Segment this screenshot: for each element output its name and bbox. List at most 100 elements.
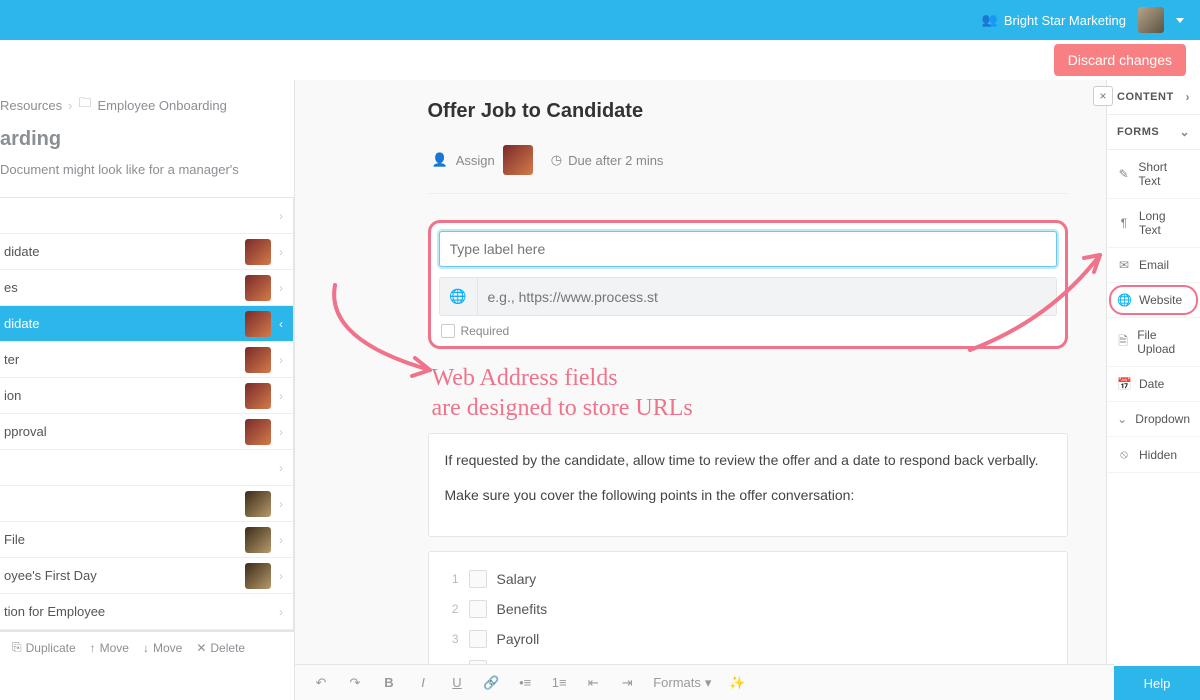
url-input-wrap: 🌐 bbox=[439, 277, 1057, 316]
assign-control[interactable]: 👤 Assign bbox=[432, 145, 533, 175]
assignee-avatar bbox=[245, 383, 271, 409]
task-row[interactable]: File › bbox=[0, 522, 293, 558]
right-panel: × CONTENT › FORMS ⌄ ✎Short Text ¶Long Te… bbox=[1106, 80, 1200, 700]
subtask-row[interactable]: 3Payroll bbox=[445, 624, 1051, 654]
chevron-right-icon: › bbox=[279, 209, 283, 223]
task-row[interactable]: › bbox=[0, 450, 293, 486]
form-type-website[interactable]: 🌐Website bbox=[1107, 283, 1200, 318]
assignee-avatar bbox=[245, 563, 271, 589]
task-row[interactable]: ion › bbox=[0, 378, 293, 414]
checkbox-icon[interactable] bbox=[469, 630, 487, 648]
outdent-button[interactable]: ⇤ bbox=[585, 675, 601, 691]
task-row[interactable]: oyee's First Day › bbox=[0, 558, 293, 594]
chevron-down-icon: ▾ bbox=[705, 675, 712, 691]
sub-header: Discard changes bbox=[0, 40, 1200, 80]
annotation-text: Web Address fields are designed to store… bbox=[428, 359, 1068, 433]
checkbox-icon[interactable] bbox=[441, 324, 455, 338]
rich-text-block[interactable]: If requested by the candidate, allow tim… bbox=[428, 433, 1068, 537]
task-toolbar: ⎘ Duplicate ↑ Move ↓ Move ✕ Delete bbox=[0, 631, 294, 663]
task-meta: 👤 Assign ◷ Due after 2 mins bbox=[428, 137, 1068, 194]
form-type-long-text[interactable]: ¶Long Text bbox=[1107, 199, 1200, 248]
chevron-right-icon: › bbox=[279, 281, 283, 295]
bullet-list-button[interactable]: •≡ bbox=[517, 675, 533, 690]
forms-section-header[interactable]: FORMS ⌄ bbox=[1107, 115, 1200, 150]
underline-button[interactable]: U bbox=[449, 675, 465, 690]
move-up-button[interactable]: ↑ Move bbox=[90, 640, 129, 655]
form-type-email[interactable]: ✉Email bbox=[1107, 248, 1200, 283]
clock-icon: ◷ bbox=[551, 152, 562, 168]
due-control[interactable]: ◷ Due after 2 mins bbox=[551, 152, 664, 168]
formats-dropdown[interactable]: Formats ▾ bbox=[653, 675, 711, 691]
ordered-list-button[interactable]: 1≡ bbox=[551, 675, 567, 690]
chevron-left-icon: ‹ bbox=[279, 317, 283, 331]
folder-icon: 🗀 bbox=[78, 94, 91, 116]
website-field-block: 🌐 Required bbox=[428, 220, 1068, 349]
bold-button[interactable]: B bbox=[381, 675, 397, 690]
breadcrumb-item[interactable]: Employee Onboarding bbox=[98, 98, 227, 113]
page-title: arding bbox=[0, 122, 294, 161]
chevron-down-icon[interactable] bbox=[1176, 18, 1184, 23]
task-row[interactable]: didate › bbox=[0, 234, 293, 270]
edit-icon: ✎ bbox=[1117, 167, 1130, 181]
chevron-right-icon: › bbox=[279, 569, 283, 583]
subtask-row[interactable]: 2Benefits bbox=[445, 594, 1051, 624]
redo-button[interactable]: ↷ bbox=[347, 675, 363, 691]
assignee-avatar bbox=[503, 145, 533, 175]
calendar-icon: 📅 bbox=[1117, 377, 1131, 391]
link-button[interactable]: 🔗 bbox=[483, 675, 499, 691]
form-type-short-text[interactable]: ✎Short Text bbox=[1107, 150, 1200, 199]
left-sidebar: Resources › 🗀 Employee Onboarding arding… bbox=[0, 80, 295, 700]
globe-icon: 🌐 bbox=[440, 278, 478, 315]
breadcrumb[interactable]: Resources › 🗀 Employee Onboarding bbox=[0, 80, 294, 122]
form-type-file-upload[interactable]: 🗎File Upload bbox=[1107, 318, 1200, 367]
avatar[interactable] bbox=[1138, 7, 1164, 33]
discard-button[interactable]: Discard changes bbox=[1054, 44, 1186, 76]
italic-button[interactable]: I bbox=[415, 675, 431, 690]
chevron-right-icon: › bbox=[279, 461, 283, 475]
breadcrumb-item[interactable]: Resources bbox=[0, 98, 62, 113]
content-section-header[interactable]: CONTENT › bbox=[1107, 80, 1200, 115]
indent-button[interactable]: ⇥ bbox=[619, 675, 635, 691]
globe-icon: 🌐 bbox=[1117, 293, 1131, 307]
chevron-right-icon: › bbox=[279, 389, 283, 403]
org-switcher[interactable]: 👥 Bright Star Marketing bbox=[982, 12, 1126, 28]
assignee-avatar bbox=[245, 347, 271, 373]
form-type-hidden[interactable]: ⦸Hidden bbox=[1107, 437, 1200, 473]
chevron-down-icon: ⌄ bbox=[1179, 125, 1190, 139]
user-icon: 👤 bbox=[432, 152, 448, 168]
form-type-date[interactable]: 📅Date bbox=[1107, 367, 1200, 402]
assignee-avatar bbox=[245, 311, 271, 337]
delete-button[interactable]: ✕ Delete bbox=[196, 640, 245, 655]
chevron-right-icon: › bbox=[279, 533, 283, 547]
file-icon: 🗎 bbox=[1117, 332, 1129, 353]
editor-area: Offer Job to Candidate 👤 Assign ◷ Due af… bbox=[295, 80, 1200, 700]
top-bar: 👥 Bright Star Marketing bbox=[0, 0, 1200, 40]
duplicate-button[interactable]: ⎘ Duplicate bbox=[12, 640, 76, 655]
task-row[interactable]: › bbox=[0, 486, 293, 522]
hidden-icon: ⦸ bbox=[1117, 447, 1131, 462]
checkbox-icon[interactable] bbox=[469, 570, 487, 588]
magic-wand-button[interactable]: ✨ bbox=[729, 675, 745, 691]
undo-button[interactable]: ↶ bbox=[313, 675, 329, 691]
task-row[interactable]: tion for Employee › bbox=[0, 594, 293, 630]
field-label-input[interactable] bbox=[439, 231, 1057, 267]
org-name: Bright Star Marketing bbox=[1004, 13, 1126, 28]
required-toggle[interactable]: Required bbox=[439, 324, 1057, 338]
help-button[interactable]: Help bbox=[1114, 666, 1200, 700]
chevron-right-icon: › bbox=[68, 98, 72, 113]
rte-toolbar: ↶ ↷ B I U 🔗 •≡ 1≡ ⇤ ⇥ Formats ▾ ✨ bbox=[295, 664, 1114, 700]
checkbox-icon[interactable] bbox=[469, 600, 487, 618]
chevron-right-icon: › bbox=[279, 245, 283, 259]
move-down-button[interactable]: ↓ Move bbox=[143, 640, 182, 655]
assignee-avatar bbox=[245, 527, 271, 553]
task-row[interactable]: ter › bbox=[0, 342, 293, 378]
close-panel-button[interactable]: × bbox=[1093, 86, 1113, 106]
task-row[interactable]: › bbox=[0, 198, 293, 234]
mail-icon: ✉ bbox=[1117, 258, 1131, 272]
task-row-active[interactable]: didate ‹ bbox=[0, 306, 293, 342]
url-input[interactable] bbox=[478, 280, 1056, 314]
subtask-row[interactable]: 1Salary bbox=[445, 564, 1051, 594]
task-row[interactable]: es › bbox=[0, 270, 293, 306]
task-row[interactable]: pproval › bbox=[0, 414, 293, 450]
form-type-dropdown[interactable]: ⌄Dropdown bbox=[1107, 402, 1200, 437]
